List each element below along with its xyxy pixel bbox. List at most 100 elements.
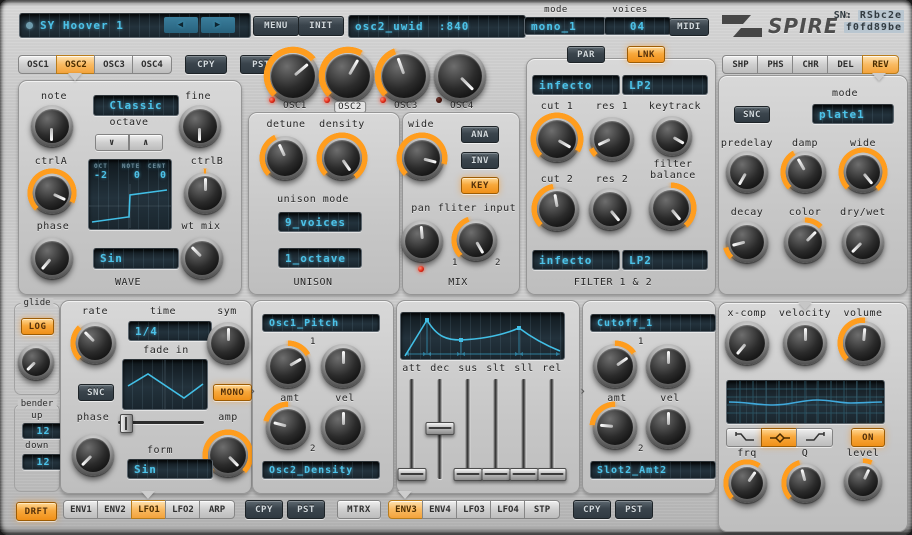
menu-button[interactable]: MENU (253, 16, 299, 36)
predelay-knob[interactable] (726, 151, 768, 193)
preset-display[interactable]: SY Hoover 1 ◀ ▶ (19, 13, 251, 38)
voices-display[interactable]: 04 (604, 17, 671, 35)
slot-b-amt2-knob[interactable] (593, 405, 637, 449)
wide-knob[interactable] (400, 136, 444, 180)
slot-a-amt1-knob[interactable] (266, 344, 310, 388)
note-knob[interactable] (31, 105, 73, 147)
filter1-type-select[interactable]: infecto (532, 75, 620, 95)
tab-lfo2[interactable]: LFO2 (165, 500, 201, 519)
decay-knob[interactable] (726, 221, 768, 263)
damp-knob[interactable] (784, 151, 826, 193)
eq-on-button[interactable]: ON (851, 428, 885, 447)
osc4-selector[interactable]: OSC4 (450, 101, 474, 111)
tab-osc2[interactable]: OSC2 (56, 55, 96, 74)
glide-log-button[interactable]: LOG (21, 318, 54, 335)
frq-knob[interactable] (727, 463, 767, 503)
env-dec-slider-handle[interactable] (426, 422, 455, 435)
tab-chr[interactable]: CHR (792, 55, 829, 74)
ana-button[interactable]: ANA (461, 126, 499, 143)
color-knob[interactable] (784, 221, 826, 263)
lfo-sync-button[interactable]: SNC (78, 384, 114, 401)
env-att-slider-handle[interactable] (398, 468, 427, 481)
tab-lfo4[interactable]: LFO4 (490, 500, 526, 519)
glide-knob[interactable] (18, 344, 54, 380)
cut2-knob[interactable] (535, 187, 579, 231)
mod-right-copy-button[interactable]: CPY (573, 500, 611, 519)
tab-del[interactable]: DEL (827, 55, 864, 74)
tab-shp[interactable]: SHP (722, 55, 759, 74)
osc-copy-button[interactable]: CPY (185, 55, 227, 74)
env-rel-slider-track[interactable] (550, 379, 555, 479)
lfo-mono-button[interactable]: MONO (213, 384, 252, 401)
slot-a-target-1-display[interactable]: Osc1_Pitch (262, 314, 380, 332)
env-sll-slider-handle[interactable] (510, 468, 539, 481)
env-sll-slider-track[interactable] (522, 379, 527, 479)
drywet-knob[interactable] (842, 221, 884, 263)
osc-wave-mode-select[interactable]: Classic (93, 95, 179, 116)
tab-stp[interactable]: STP (524, 500, 560, 519)
unison-octave-select[interactable]: 1_octave (278, 248, 362, 268)
filter-balance-knob[interactable] (649, 186, 693, 230)
waveform-select[interactable]: Sin (93, 248, 179, 269)
lfo-time-select[interactable]: 1/4 (128, 321, 212, 341)
env-slt-slider-track[interactable] (494, 379, 499, 479)
res2-knob[interactable] (589, 188, 631, 230)
tab-env1[interactable]: ENV1 (63, 500, 99, 519)
tab-env4[interactable]: ENV4 (422, 500, 458, 519)
osc3-selector[interactable]: OSC3 (394, 101, 418, 111)
lnk-button[interactable]: LNK (627, 46, 665, 63)
rev-wide-knob[interactable] (842, 151, 884, 193)
param-value-display[interactable]: osc2_uwid :840 (348, 15, 526, 38)
init-button[interactable]: INIT (298, 16, 344, 36)
xcomp-knob[interactable] (725, 321, 769, 365)
slot-b-target-2-display[interactable]: Slot2_Amt2 (590, 461, 716, 479)
filter2-type-select[interactable]: infecto (532, 250, 620, 270)
drift-button[interactable]: DRFT (16, 502, 57, 521)
eq-peak-button[interactable] (761, 428, 798, 447)
mtrx-button[interactable]: MTRX (337, 500, 381, 519)
par-button[interactable]: PAR (567, 46, 605, 63)
slot-b-amt1-knob[interactable] (593, 344, 637, 388)
ctrl-a-knob[interactable] (31, 172, 73, 214)
cut1-knob[interactable] (534, 116, 580, 162)
midi-button[interactable]: MIDI (669, 18, 709, 36)
tab-env2[interactable]: ENV2 (97, 500, 133, 519)
lfo-phase-knob[interactable] (72, 434, 114, 476)
volume-knob[interactable] (841, 321, 885, 365)
rev-sync-button[interactable]: SNC (734, 106, 770, 123)
slot-a-vel2-knob[interactable] (321, 405, 365, 449)
res1-knob[interactable] (590, 117, 634, 161)
tab-osc1[interactable]: OSC1 (18, 55, 58, 74)
fine-knob[interactable] (179, 105, 221, 147)
tab-osc3[interactable]: OSC3 (94, 55, 134, 74)
detune-knob[interactable] (263, 136, 307, 180)
tab-rev[interactable]: REV (862, 55, 899, 74)
osc3-level-knob[interactable] (378, 50, 430, 102)
level-knob[interactable] (844, 462, 882, 500)
q-knob[interactable] (785, 463, 825, 503)
lfo-rate-knob[interactable] (74, 322, 116, 364)
octave-down-button[interactable]: ∨ (95, 134, 129, 151)
filter2-slope-select[interactable]: LP2 (622, 250, 708, 270)
osc1-selector[interactable]: OSC1 (283, 101, 307, 111)
osc1-level-knob[interactable] (267, 50, 319, 102)
mod-left-paste-button[interactable]: PST (287, 500, 325, 519)
osc-phase-knob[interactable] (31, 237, 73, 279)
env-att-slider-track[interactable] (410, 379, 415, 479)
tab-lfo1[interactable]: LFO1 (131, 500, 167, 519)
tab-lfo3[interactable]: LFO3 (456, 500, 492, 519)
osc4-level-knob[interactable] (434, 50, 486, 102)
density-knob[interactable] (320, 136, 364, 180)
env-sus-slider-track[interactable] (466, 379, 471, 479)
octave-up-button[interactable]: ∧ (129, 134, 163, 151)
slot-a-target-2-display[interactable]: Osc2_Density (262, 461, 380, 479)
slot-b-vel1-knob[interactable] (646, 344, 690, 388)
env-sus-slider-handle[interactable] (454, 468, 483, 481)
slot-a-vel1-knob[interactable] (321, 344, 365, 388)
keytrack-knob[interactable] (652, 116, 692, 156)
lfo-fade-slider-handle[interactable] (120, 414, 133, 433)
wt-mix-knob[interactable] (181, 237, 223, 279)
unison-voices-select[interactable]: 9_voices (278, 212, 362, 232)
filter-input-knob[interactable] (455, 219, 497, 261)
tab-osc4[interactable]: OSC4 (132, 55, 172, 74)
